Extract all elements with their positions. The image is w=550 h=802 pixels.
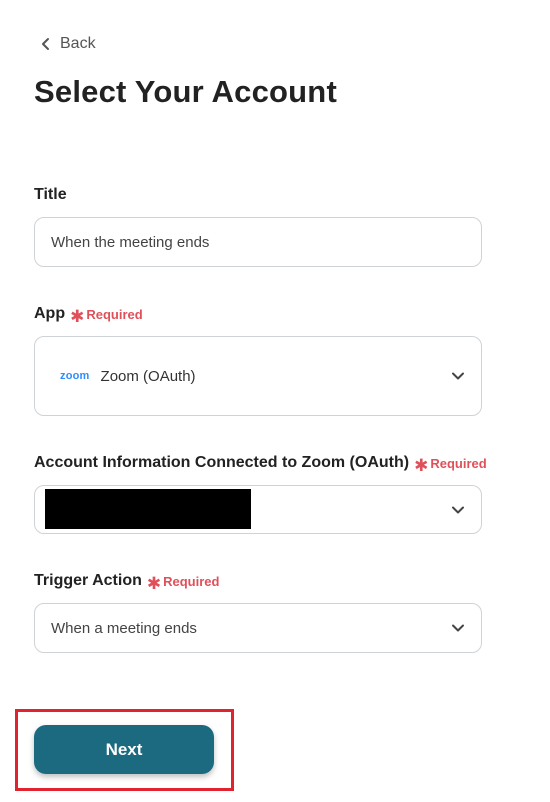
trigger-label-text: Trigger Action [34,572,142,589]
app-label-text: App [34,305,66,322]
back-label: Back [60,35,96,52]
required-text: Required [86,306,143,322]
app-field-label: App ✱ Required [34,305,143,326]
chevron-left-icon [40,37,52,51]
trigger-action-select[interactable]: When a meeting ends [34,603,482,653]
account-required-badge: ✱ Required [414,455,487,475]
trigger-required-badge: ✱ Required [146,573,220,593]
zoom-logo-icon: zoom [60,370,90,382]
trigger-select-value: When a meeting ends [51,619,197,637]
required-text: Required [430,455,487,471]
title-input[interactable] [35,218,481,266]
required-asterisk-icon: ✱ [146,573,162,593]
redacted-account-value [45,489,251,529]
trigger-field-label: Trigger Action ✱ Required [34,572,220,593]
account-field-label: Account Information Connected to Zoom (O… [34,454,487,475]
account-select[interactable] [34,485,482,534]
chevron-down-icon [452,372,464,380]
back-link[interactable]: Back [40,33,96,55]
required-asterisk-icon: ✱ [414,455,429,475]
account-label-text: Account Information Connected to Zoom (O… [34,454,410,471]
title-input-box [34,217,482,267]
page-title: Select Your Account [34,74,337,109]
required-text: Required [163,573,220,589]
title-label-text: Title [34,186,67,203]
app-select[interactable]: zoom Zoom (OAuth) [34,336,482,416]
title-field-label: Title [34,186,67,204]
next-button[interactable]: Next [34,725,214,774]
app-select-value: Zoom (OAuth) [100,367,196,385]
required-asterisk-icon: ✱ [70,306,85,326]
chevron-down-icon [452,624,464,632]
chevron-down-icon [452,506,464,513]
app-required-badge: ✱ Required [70,306,143,326]
